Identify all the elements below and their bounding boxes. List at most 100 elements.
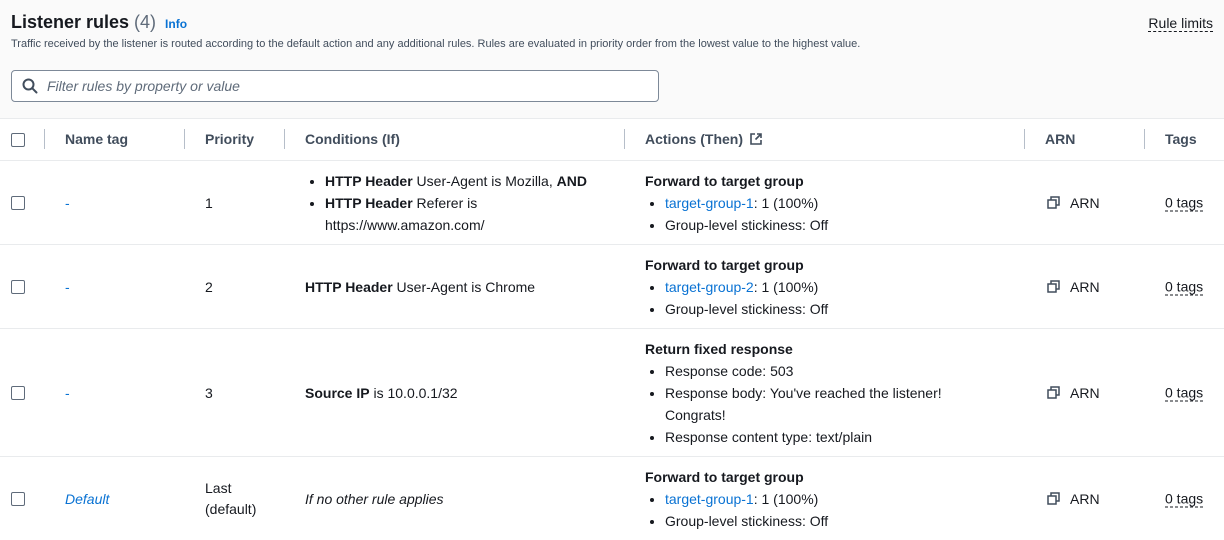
rule-limits-link[interactable]: Rule limits	[1148, 15, 1213, 32]
actions-cell: Forward to target group target-group-2: …	[645, 254, 828, 320]
copy-icon[interactable]	[1047, 386, 1060, 399]
actions-cell: Forward to target group target-group-1: …	[645, 170, 828, 236]
column-header-priority[interactable]: Priority	[205, 131, 254, 147]
actions-header-label: Actions (Then)	[645, 131, 743, 147]
target-group-link[interactable]: target-group-1	[665, 491, 754, 507]
table-row[interactable]: - 1 HTTP Header User-Agent is Mozilla, A…	[0, 161, 1224, 245]
priority-value: 2	[205, 278, 213, 295]
rule-count: (4)	[134, 12, 157, 32]
info-link[interactable]: Info	[165, 17, 187, 31]
condition-text: Referer is	[412, 195, 478, 211]
action-details: target-group-2: 1 (100%) Group-level sti…	[645, 276, 828, 320]
condition-type: Source IP	[305, 384, 370, 401]
condition-type: HTTP Header	[305, 278, 393, 295]
priority-value: 1	[205, 194, 213, 211]
arn-cell[interactable]: ARN	[1047, 279, 1100, 295]
content-type-item: Response content type: text/plain	[665, 426, 942, 448]
condition-text: User-Agent is Mozilla,	[412, 173, 557, 189]
arn-label: ARN	[1070, 194, 1100, 211]
priority-value: 3	[205, 384, 213, 401]
column-header-tags[interactable]: Tags	[1165, 131, 1197, 147]
action-target-item: target-group-1: 1 (100%)	[665, 488, 828, 510]
filter-input[interactable]	[45, 77, 658, 95]
row-checkbox[interactable]	[11, 196, 25, 210]
title-row: Listener rules (4) Info	[11, 12, 187, 33]
name-tag-value[interactable]: -	[65, 195, 70, 211]
column-divider[interactable]	[1144, 129, 1145, 149]
priority-line: Last	[205, 479, 232, 496]
condition-text: User-Agent is Chrome	[392, 278, 536, 295]
condition-operator: AND	[556, 173, 587, 189]
arn-label: ARN	[1070, 384, 1100, 401]
target-weight: : 1 (100%)	[753, 195, 819, 211]
table-header: Name tag Priority Conditions (If) Action…	[0, 119, 1224, 161]
conditions-cell: HTTP Header User-Agent is Chrome	[305, 279, 535, 295]
arn-cell[interactable]: ARN	[1047, 385, 1100, 401]
condition-item: HTTP Header User-Agent is Mozilla, AND	[325, 170, 587, 192]
actions-cell: Forward to target group target-group-1: …	[645, 466, 828, 532]
response-body-line: Congrats!	[665, 407, 726, 423]
action-title: Forward to target group	[645, 469, 804, 485]
priority-value: Last (default)	[205, 478, 256, 520]
action-details: Response code: 503 Response body: You've…	[645, 360, 942, 448]
row-checkbox[interactable]	[11, 386, 25, 400]
tags-link[interactable]: 0 tags	[1165, 490, 1204, 507]
arn-cell[interactable]: ARN	[1047, 195, 1100, 211]
action-title: Return fixed response	[645, 341, 793, 357]
row-checkbox[interactable]	[11, 280, 25, 294]
row-checkbox[interactable]	[11, 492, 25, 506]
external-link-icon[interactable]	[749, 132, 763, 146]
response-code-item: Response code: 503	[665, 360, 942, 382]
table-row[interactable]: - 2 HTTP Header User-Agent is Chrome For…	[0, 245, 1224, 329]
arn-label: ARN	[1070, 278, 1100, 295]
name-tag-value[interactable]: -	[65, 385, 70, 401]
target-group-link[interactable]: target-group-2	[665, 279, 754, 295]
filter-box[interactable]	[11, 70, 659, 102]
column-header-name-tag[interactable]: Name tag	[65, 131, 128, 147]
name-tag-value[interactable]: Default	[65, 491, 109, 507]
tags-link[interactable]: 0 tags	[1165, 278, 1204, 295]
column-divider[interactable]	[44, 129, 45, 149]
action-title: Forward to target group	[645, 257, 804, 273]
column-header-actions[interactable]: Actions (Then)	[645, 131, 763, 147]
conditions-cell: If no other rule applies	[305, 490, 444, 507]
select-all-checkbox[interactable]	[11, 133, 25, 147]
tags-link[interactable]: 0 tags	[1165, 194, 1204, 211]
column-header-arn[interactable]: ARN	[1045, 131, 1075, 147]
condition-value: https://www.amazon.com/	[325, 217, 485, 233]
action-target-item: target-group-2: 1 (100%)	[665, 276, 828, 298]
page-title: Listener rules	[11, 12, 130, 32]
action-target-item: target-group-1: 1 (100%)	[665, 192, 828, 214]
action-details: target-group-1: 1 (100%) Group-level sti…	[645, 192, 828, 236]
conditions-cell: Source IP is 10.0.0.1/32	[305, 385, 458, 401]
table-row[interactable]: - 3 Source IP is 10.0.0.1/32 Return fixe…	[0, 329, 1224, 457]
copy-icon[interactable]	[1047, 196, 1060, 209]
stickiness-item: Group-level stickiness: Off	[665, 510, 828, 532]
response-body-item: Response body: You've reached the listen…	[665, 382, 942, 426]
arn-cell[interactable]: ARN	[1047, 491, 1100, 507]
rules-header: Listener rules (4) Info Rule limits Traf…	[0, 0, 1224, 119]
stickiness-item: Group-level stickiness: Off	[665, 298, 828, 320]
conditions-list: HTTP Header User-Agent is Mozilla, AND H…	[305, 170, 587, 236]
column-divider[interactable]	[184, 129, 185, 149]
table-row[interactable]: Default Last (default) If no other rule …	[0, 457, 1224, 540]
column-divider[interactable]	[284, 129, 285, 149]
condition-type: HTTP Header	[325, 173, 413, 189]
search-icon	[22, 78, 38, 94]
column-header-conditions[interactable]: Conditions (If)	[305, 131, 400, 147]
target-weight: : 1 (100%)	[753, 279, 819, 295]
tags-link[interactable]: 0 tags	[1165, 384, 1204, 401]
target-weight: : 1 (100%)	[753, 491, 819, 507]
condition-type: HTTP Header	[325, 195, 413, 211]
column-divider[interactable]	[1024, 129, 1025, 149]
priority-line: (default)	[205, 500, 257, 517]
copy-icon[interactable]	[1047, 492, 1060, 505]
target-group-link[interactable]: target-group-1	[665, 195, 754, 211]
actions-cell: Return fixed response Response code: 503…	[645, 338, 942, 448]
header-description: Traffic received by the listener is rout…	[11, 38, 861, 50]
column-divider[interactable]	[624, 129, 625, 149]
stickiness-item: Group-level stickiness: Off	[665, 214, 828, 236]
name-tag-value[interactable]: -	[65, 279, 70, 295]
copy-icon[interactable]	[1047, 280, 1060, 293]
action-details: target-group-1: 1 (100%) Group-level sti…	[645, 488, 828, 532]
